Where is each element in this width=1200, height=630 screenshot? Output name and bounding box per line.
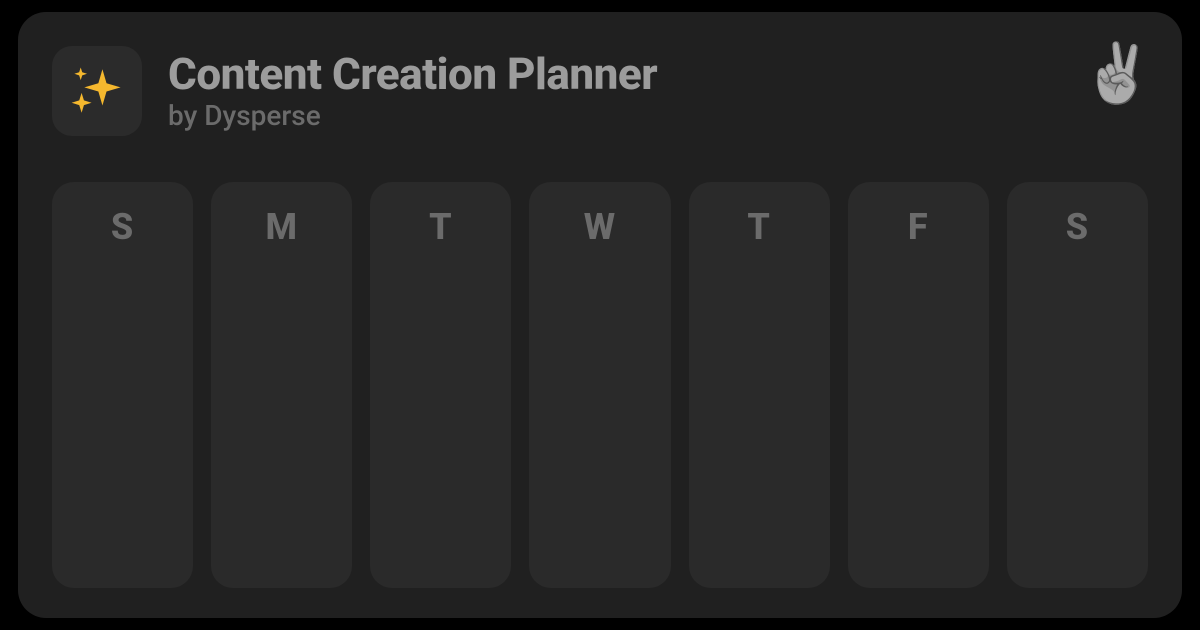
day-column-sun[interactable]: S (52, 182, 193, 588)
day-label: T (689, 206, 830, 248)
peace-hand-icon: ✌️ (1082, 40, 1154, 108)
sparkles-icon (68, 62, 126, 120)
day-label: M (211, 206, 352, 248)
page-title: Content Creation Planner (168, 51, 657, 97)
day-label: T (370, 206, 511, 248)
header: Content Creation Planner by Dysperse ✌️ (52, 46, 1148, 136)
day-label: S (1007, 206, 1148, 248)
day-column-thu[interactable]: T (689, 182, 830, 588)
day-column-tue[interactable]: T (370, 182, 511, 588)
day-label: F (848, 206, 989, 248)
day-column-mon[interactable]: M (211, 182, 352, 588)
day-label: W (529, 206, 670, 248)
byline: by Dysperse (168, 101, 657, 132)
title-block: Content Creation Planner by Dysperse (168, 51, 657, 132)
app-icon-tile (52, 46, 142, 136)
day-column-wed[interactable]: W (529, 182, 670, 588)
day-column-fri[interactable]: F (848, 182, 989, 588)
day-label: S (52, 206, 193, 248)
planner-card: Content Creation Planner by Dysperse ✌️ … (18, 12, 1182, 618)
day-column-sat[interactable]: S (1007, 182, 1148, 588)
week-grid: S M T W T F S (52, 182, 1148, 588)
